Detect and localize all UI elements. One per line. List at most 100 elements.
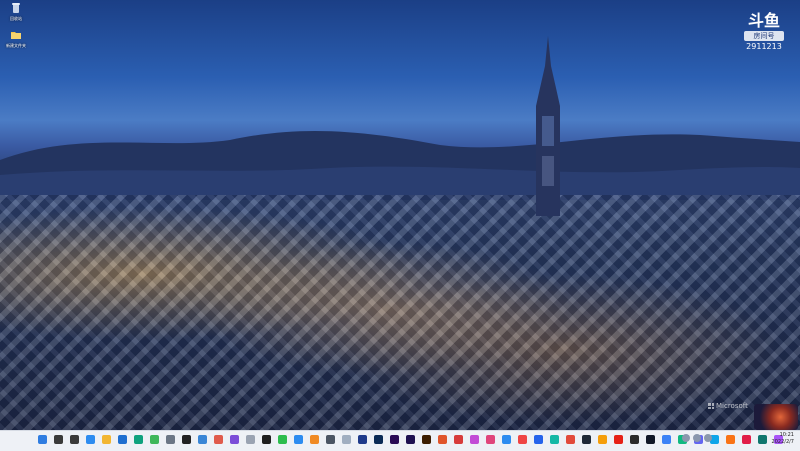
app-icon [454,435,463,444]
tray-volume-icon[interactable] [693,434,701,442]
taskbar-item[interactable] [500,433,513,446]
edge-icon [134,435,143,444]
photoshop-icon [374,435,383,444]
desktop: 回收站 新建文件夹 斗鱼 房间号 2911213 Microsoft [0,0,800,430]
app-icon [470,435,479,444]
app-icon [310,435,319,444]
taskbar-item[interactable] [292,433,305,446]
app-icon [438,435,447,444]
app-icon [726,435,735,444]
taskbar-item[interactable] [404,433,417,446]
taskbar-item[interactable] [596,433,609,446]
taskbar-item[interactable] [244,433,257,446]
taskbar-item[interactable] [580,433,593,446]
app-icon [550,435,559,444]
desktop-icons: 回收站 新建文件夹 [3,2,29,48]
app-icon [326,435,335,444]
taskbar-item[interactable] [84,433,97,446]
app-icon [534,435,543,444]
desktop-icon-folder[interactable]: 新建文件夹 [3,29,29,48]
app-icon [758,435,767,444]
taskbar-item[interactable] [164,433,177,446]
taskbar-item[interactable] [100,433,113,446]
widgets-icon [86,435,95,444]
taskbar-item[interactable] [356,433,369,446]
app-icon [598,435,607,444]
app-icon [486,435,495,444]
app-icon [518,435,527,444]
taskbar-clock[interactable]: 10:21 2022/2/7 [772,432,794,446]
desktop-widget-thumbnail[interactable] [754,404,798,430]
taskbar-item[interactable] [276,433,289,446]
taskbar-item[interactable] [436,433,449,446]
app-icon [630,435,639,444]
taskbar-item[interactable] [564,433,577,446]
chrome-icon [566,435,575,444]
taskbar-item[interactable] [612,433,625,446]
task-view-icon [70,435,79,444]
app-icon [214,435,223,444]
taskbar-item[interactable] [644,433,657,446]
app-icon [502,435,511,444]
taskbar-item[interactable] [372,433,385,446]
desktop-icon-recycle-bin[interactable]: 回收站 [3,2,29,21]
taskbar-item[interactable] [484,433,497,446]
app-icon [198,435,207,444]
taskbar-item[interactable] [36,433,49,446]
microsoft-logo-icon [708,403,714,409]
taskbar-item[interactable] [212,433,225,446]
app-icon [582,435,591,444]
wallpaper-rooftops [0,195,800,430]
douyu-logo: 斗鱼 [747,11,780,30]
tray-network-icon[interactable] [682,434,690,442]
recycle-bin-icon [12,3,20,13]
taskbar-item[interactable] [260,433,273,446]
taskbar-item[interactable] [340,433,353,446]
search-icon [54,435,63,444]
file-explorer-icon [102,435,111,444]
taskbar-item[interactable] [308,433,321,446]
taskbar: 10:21 2022/2/7 [0,430,800,451]
taskbar-item[interactable] [132,433,145,446]
store-icon [118,435,127,444]
folder-icon [11,32,21,39]
room-label: 房间号 [744,31,784,41]
after-effects-icon [406,435,415,444]
taskbar-item[interactable] [756,433,769,446]
premiere-icon [390,435,399,444]
youtube-icon [614,435,623,444]
tray-battery-icon[interactable] [704,434,712,442]
settings-icon [166,435,175,444]
taskbar-item[interactable] [388,433,401,446]
app-icon [358,435,367,444]
camera-icon [182,435,191,444]
taskbar-item[interactable] [180,433,193,446]
taskbar-item[interactable] [660,433,673,446]
app-icon [342,435,351,444]
taskbar-item[interactable] [548,433,561,446]
app-icon [150,435,159,444]
taskbar-item[interactable] [196,433,209,446]
taskbar-item[interactable] [52,433,65,446]
taskbar-item[interactable] [324,433,337,446]
taskbar-item[interactable] [452,433,465,446]
taskbar-item[interactable] [116,433,129,446]
system-tray [682,434,712,442]
taskbar-item[interactable] [68,433,81,446]
taskbar-item[interactable] [532,433,545,446]
microsoft-label: Microsoft [716,402,748,410]
app-icon [742,435,751,444]
taskbar-apps [36,433,785,446]
app-icon [230,435,239,444]
wallpaper-cathedral-tower [536,36,560,216]
taskbar-item[interactable] [148,433,161,446]
taskbar-item[interactable] [228,433,241,446]
taskbar-item[interactable] [468,433,481,446]
taskbar-item[interactable] [724,433,737,446]
taskbar-item[interactable] [628,433,641,446]
desktop-icon-label: 新建文件夹 [6,43,26,48]
taskbar-item[interactable] [740,433,753,446]
wallpaper-hills [0,130,800,200]
taskbar-item[interactable] [420,433,433,446]
taskbar-item[interactable] [516,433,529,446]
